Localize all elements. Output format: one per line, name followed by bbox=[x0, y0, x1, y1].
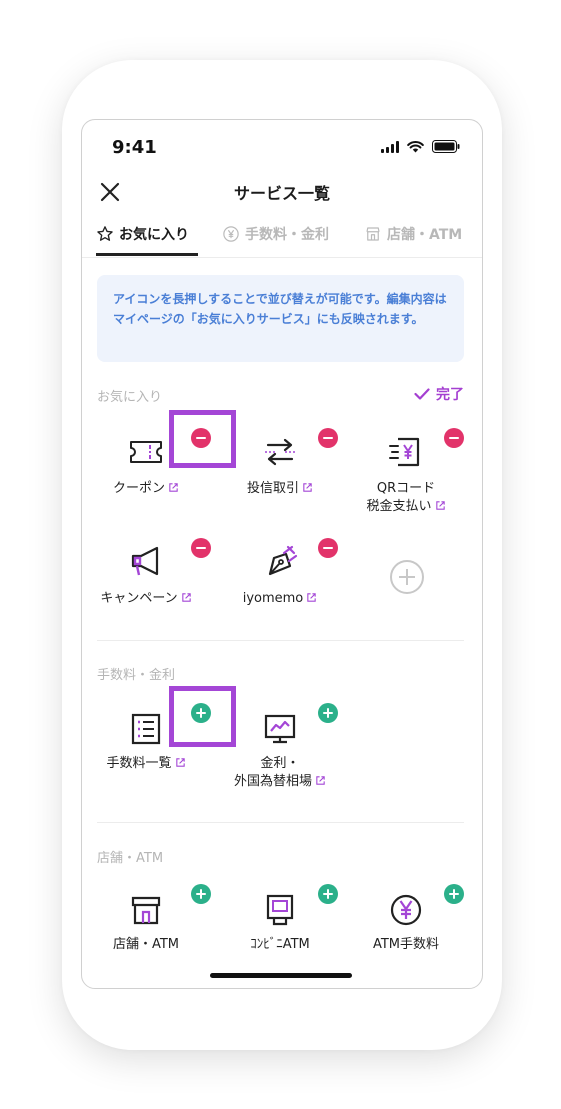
section-divider bbox=[97, 640, 464, 641]
remove-badge-toshin[interactable] bbox=[318, 428, 338, 448]
highlight-box bbox=[169, 410, 236, 468]
external-link-icon bbox=[169, 483, 178, 492]
external-link-icon bbox=[316, 776, 325, 785]
external-link-icon bbox=[307, 593, 316, 602]
check-icon bbox=[414, 388, 430, 400]
pen-nib-icon bbox=[268, 545, 298, 576]
add-badge-atm-fee[interactable] bbox=[444, 884, 464, 904]
section-title-stores: 店舗・ATM bbox=[97, 851, 164, 866]
external-link-icon bbox=[175, 758, 185, 767]
status-icons bbox=[381, 140, 460, 153]
coupon-ticket-icon bbox=[130, 441, 162, 463]
service-label: 店舗・ATM bbox=[112, 937, 180, 952]
service-label: 投信取引 bbox=[218, 480, 342, 498]
page-title: サービス一覧 bbox=[233, 184, 330, 203]
tab-fees[interactable]: 手数料・金利 bbox=[222, 224, 329, 244]
done-label: 完了 bbox=[436, 387, 464, 403]
service-label: 手数料一覧 bbox=[84, 755, 208, 773]
remove-badge-iyomemo[interactable] bbox=[318, 538, 338, 558]
external-link-icon bbox=[303, 483, 312, 492]
yen-circle-icon bbox=[223, 226, 239, 242]
status-bar: 9:41 bbox=[82, 120, 482, 172]
list-document-icon bbox=[131, 713, 161, 745]
done-button[interactable]: 完了 bbox=[414, 384, 464, 404]
qr-yen-pay-icon bbox=[389, 437, 420, 467]
store-icon bbox=[366, 227, 380, 241]
yen-coin-icon bbox=[390, 894, 422, 926]
service-label: キャンペーン bbox=[84, 590, 208, 608]
battery-icon bbox=[432, 140, 460, 153]
service-label: QRコード 税金支払い bbox=[344, 480, 468, 516]
atm-machine-icon bbox=[266, 894, 294, 926]
add-badge-store-atm[interactable] bbox=[191, 884, 211, 904]
service-label: 金利・ 外国為替相場 bbox=[218, 755, 342, 791]
tab-favorites[interactable]: お気に入り bbox=[96, 224, 189, 244]
section-divider bbox=[97, 822, 464, 823]
service-label: ATM手数料 bbox=[372, 937, 440, 952]
exchange-arrows-icon bbox=[265, 438, 295, 466]
tab-label: お気に入り bbox=[119, 227, 189, 243]
megaphone-icon bbox=[131, 546, 159, 576]
storefront-icon bbox=[131, 896, 161, 925]
signal-icon bbox=[381, 140, 399, 153]
remove-badge-campaign[interactable] bbox=[191, 538, 211, 558]
active-tab-indicator bbox=[96, 253, 198, 256]
nav-bar: サービス一覧 bbox=[82, 172, 482, 212]
tab-stores-atm[interactable]: 店舗・ATM bbox=[364, 224, 462, 244]
external-link-icon bbox=[435, 501, 445, 510]
star-icon bbox=[97, 226, 113, 241]
status-time: 9:41 bbox=[112, 137, 157, 158]
external-link-icon bbox=[181, 593, 191, 602]
wifi-icon bbox=[407, 140, 424, 152]
section-title-favorites: お気に入り bbox=[97, 390, 163, 405]
remove-badge-qr-tax[interactable] bbox=[444, 428, 464, 448]
home-indicator bbox=[210, 973, 352, 978]
tab-label: 店舗・ATM bbox=[387, 227, 463, 243]
info-notice: アイコンを長押しすることで並び替えが可能です。編集内容はマイページの「お気に入り… bbox=[97, 275, 464, 362]
service-label: ｺﾝﾋﾞﾆATM bbox=[250, 937, 310, 952]
chart-monitor-icon bbox=[264, 714, 296, 744]
service-label: iyomemo bbox=[218, 590, 342, 608]
add-badge-rates[interactable] bbox=[318, 703, 338, 723]
app-screen: 9:41 サービス一覧 お気に入り 手数料・金利 店舗・ATM アイコンを長押し… bbox=[81, 119, 483, 989]
add-badge-convenience-atm[interactable] bbox=[318, 884, 338, 904]
service-label: クーポン bbox=[84, 480, 208, 498]
add-favorite-slot[interactable] bbox=[390, 560, 424, 594]
section-title-fees: 手数料・金利 bbox=[97, 668, 176, 683]
tab-bar: お気に入り 手数料・金利 店舗・ATM bbox=[82, 216, 482, 258]
tab-label: 手数料・金利 bbox=[245, 227, 329, 243]
highlight-box bbox=[169, 686, 236, 747]
